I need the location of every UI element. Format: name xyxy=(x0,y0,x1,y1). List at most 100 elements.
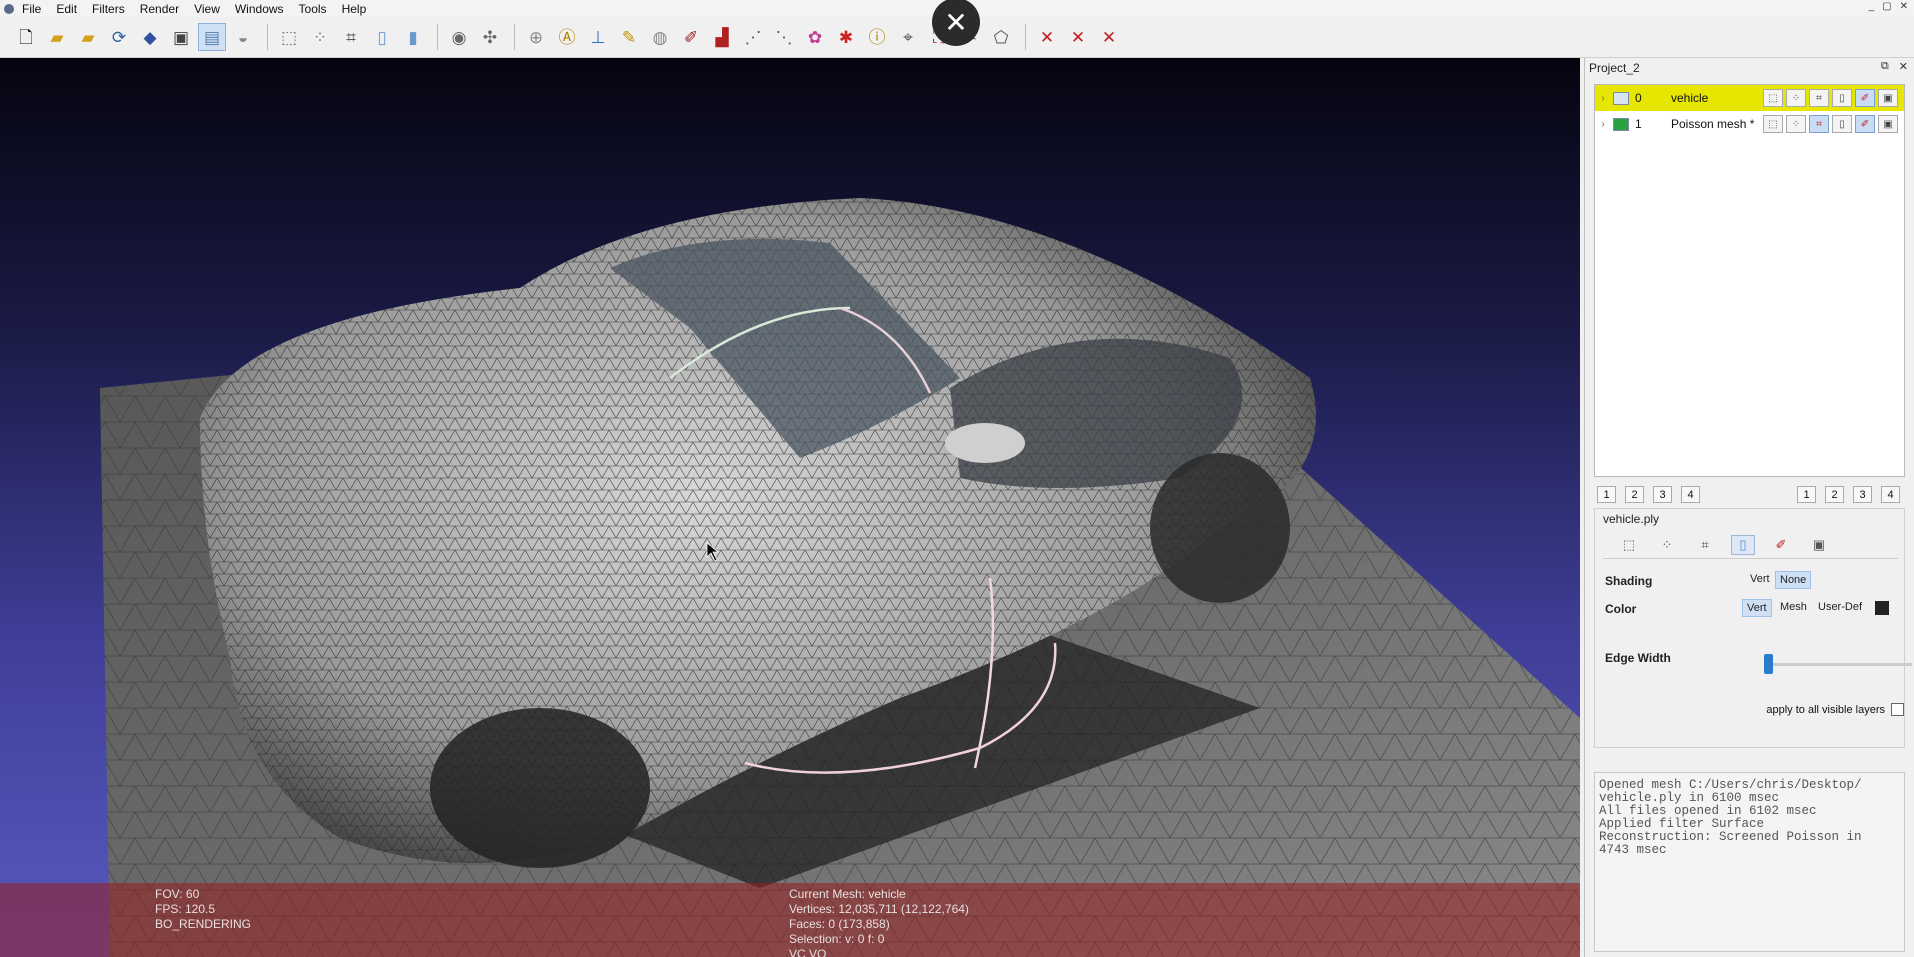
edge-width-label: Edge Width xyxy=(1605,651,1671,665)
close-overlay-button[interactable]: ✕ xyxy=(932,0,980,46)
smooth-icon[interactable]: ▮ xyxy=(399,23,427,51)
wire-toggle-icon[interactable]: ⌗ xyxy=(1809,89,1829,107)
view-slot-button[interactable]: 1 xyxy=(1597,486,1616,503)
properties-title: vehicle.ply xyxy=(1603,512,1660,526)
edge-width-slider-track[interactable] xyxy=(1772,663,1912,666)
toolbar-separator xyxy=(437,24,438,50)
expand-chevron-icon[interactable]: › xyxy=(1597,119,1609,130)
brush-icon[interactable]: ◍ xyxy=(646,23,674,51)
front-wheel xyxy=(430,708,650,868)
menu-filters[interactable]: Filters xyxy=(92,2,125,16)
log-window: Opened mesh C:/Users/chris/Desktop/ vehi… xyxy=(1594,772,1905,952)
tab-smooth-icon[interactable]: ✐ xyxy=(1769,535,1793,555)
select-faces-icon[interactable]: ⋱ xyxy=(770,23,798,51)
current-mesh-readout: Current Mesh: vehicle xyxy=(789,887,906,901)
view-slot-button[interactable]: 4 xyxy=(1881,486,1900,503)
panel-title: Project_2 xyxy=(1589,61,1640,75)
maximize-button[interactable]: ▢ xyxy=(1882,1,1891,12)
expand-chevron-icon[interactable]: › xyxy=(1597,93,1609,104)
color-icon[interactable]: ✿ xyxy=(801,23,829,51)
menu-windows[interactable]: Windows xyxy=(235,2,284,16)
reload-icon[interactable]: ⟳ xyxy=(105,23,133,51)
tab-bbox-icon[interactable]: ⬚ xyxy=(1617,535,1641,555)
paint-icon[interactable]: ✎ xyxy=(615,23,643,51)
grid-icon[interactable]: ⊕ xyxy=(522,23,550,51)
user-color-swatch[interactable] xyxy=(1875,601,1889,615)
flat-toggle-icon[interactable]: ▯ xyxy=(1832,89,1852,107)
selection-readout: Selection: v: 0 f: 0 xyxy=(789,932,885,946)
close-panel-icon[interactable]: ✕ xyxy=(1899,60,1908,73)
save-icon[interactable]: ◆ xyxy=(136,23,164,51)
select-vert-icon[interactable]: ⋰ xyxy=(739,23,767,51)
bbox-toggle-icon[interactable]: ⬚ xyxy=(1763,89,1783,107)
view-slot-button[interactable]: 1 xyxy=(1797,486,1816,503)
new-icon[interactable]: 🗋 xyxy=(12,23,40,51)
open-project-icon[interactable]: ▰ xyxy=(74,23,102,51)
apply-all-checkbox[interactable] xyxy=(1891,703,1904,716)
pdf-icon[interactable]: ✐ xyxy=(677,23,705,51)
wire-icon[interactable]: ⌗ xyxy=(337,23,365,51)
mesh-icon[interactable]: ◒ xyxy=(229,23,257,51)
open-icon[interactable]: ▰ xyxy=(43,23,71,51)
smooth-toggle-icon[interactable]: ✐ xyxy=(1855,115,1875,133)
select-conn-icon[interactable]: ⌖ xyxy=(894,23,922,51)
menu-render[interactable]: Render xyxy=(140,2,179,16)
align-icon[interactable]: ⊥ xyxy=(584,23,612,51)
annotate-icon[interactable]: Ⓐ xyxy=(553,23,581,51)
points-icon[interactable]: ⁘ xyxy=(306,23,334,51)
delete-verts-icon[interactable]: ✕ xyxy=(1064,23,1092,51)
view-slot-button[interactable]: 4 xyxy=(1681,486,1700,503)
wire-toggle-icon[interactable]: ⌗ xyxy=(1809,115,1829,133)
view-slot-button[interactable]: 3 xyxy=(1653,486,1672,503)
panel-dock-controls: ⧉ ✕ xyxy=(1881,60,1908,73)
select-poly-icon[interactable]: ⬠ xyxy=(987,23,1015,51)
edge-width-slider-handle[interactable] xyxy=(1764,654,1773,674)
shading-option-none[interactable]: None xyxy=(1775,571,1812,589)
flat-icon[interactable]: ▯ xyxy=(368,23,396,51)
minimize-button[interactable]: _ xyxy=(1869,1,1875,12)
texture-toggle-icon[interactable]: ▣ xyxy=(1878,115,1898,133)
delete-faces-icon[interactable]: ✕ xyxy=(1033,23,1061,51)
vertices-readout: Vertices: 12,035,711 (12,122,764) xyxy=(789,902,969,916)
box-icon[interactable]: ⬚ xyxy=(275,23,303,51)
visibility-icon[interactable] xyxy=(1613,91,1629,105)
tab-wire-icon[interactable]: ⌗ xyxy=(1693,535,1717,555)
transform-icon[interactable]: ✣ xyxy=(476,23,504,51)
close-window-button[interactable]: ✕ xyxy=(1900,1,1908,12)
window-controls: _ ▢ ✕ xyxy=(1869,1,1908,12)
shading-option-vert[interactable]: Vert xyxy=(1746,571,1774,587)
points-toggle-icon[interactable]: ⁘ xyxy=(1786,89,1806,107)
menu-help[interactable]: Help xyxy=(342,2,367,16)
delete-all-icon[interactable]: ✕ xyxy=(1095,23,1123,51)
view-slot-button[interactable]: 3 xyxy=(1853,486,1872,503)
bbox-toggle-icon[interactable]: ⬚ xyxy=(1763,115,1783,133)
snapshot-icon[interactable]: ▣ xyxy=(167,23,195,51)
menu-view[interactable]: View xyxy=(194,2,220,16)
hud-mesh-info: Current Mesh: vehicle Vertices: 12,035,7… xyxy=(789,887,969,957)
info-icon[interactable]: ⓘ xyxy=(863,23,891,51)
view-slot-button[interactable]: 2 xyxy=(1825,486,1844,503)
view-slot-button[interactable]: 2 xyxy=(1625,486,1644,503)
tab-texture-icon[interactable]: ▣ xyxy=(1807,535,1831,555)
tab-points-icon[interactable]: ⁘ xyxy=(1655,535,1679,555)
smooth-toggle-icon[interactable]: ✐ xyxy=(1855,89,1875,107)
layer-row-vehicle[interactable]: › 0 vehicle ⬚ ⁘ ⌗ ▯ ✐ ▣ xyxy=(1595,85,1904,111)
light-icon[interactable]: ◉ xyxy=(445,23,473,51)
color-option-user-def[interactable]: User-Def xyxy=(1814,599,1866,615)
flat-toggle-icon[interactable]: ▯ xyxy=(1832,115,1852,133)
menu-file[interactable]: File xyxy=(22,2,41,16)
float-panel-icon[interactable]: ⧉ xyxy=(1881,60,1889,73)
delete-icon[interactable]: ✱ xyxy=(832,23,860,51)
layer-row-poisson-mesh[interactable]: › 1 Poisson mesh * ⬚ ⁘ ⌗ ▯ ✐ ▣ xyxy=(1595,111,1904,137)
layer-icon[interactable]: ▤ xyxy=(198,23,226,51)
texture-toggle-icon[interactable]: ▣ xyxy=(1878,89,1898,107)
visibility-icon[interactable] xyxy=(1613,117,1629,131)
select-icon[interactable]: ▟ xyxy=(708,23,736,51)
color-option-mesh[interactable]: Mesh xyxy=(1776,599,1811,615)
menu-edit[interactable]: Edit xyxy=(56,2,77,16)
points-toggle-icon[interactable]: ⁘ xyxy=(1786,115,1806,133)
tab-flat-icon[interactable]: ▯ xyxy=(1731,535,1755,555)
color-option-vert[interactable]: Vert xyxy=(1742,599,1772,617)
3d-viewport[interactable]: FOV: 60 FPS: 120.5 BO_RENDERING Current … xyxy=(0,58,1580,957)
menu-tools[interactable]: Tools xyxy=(299,2,327,16)
